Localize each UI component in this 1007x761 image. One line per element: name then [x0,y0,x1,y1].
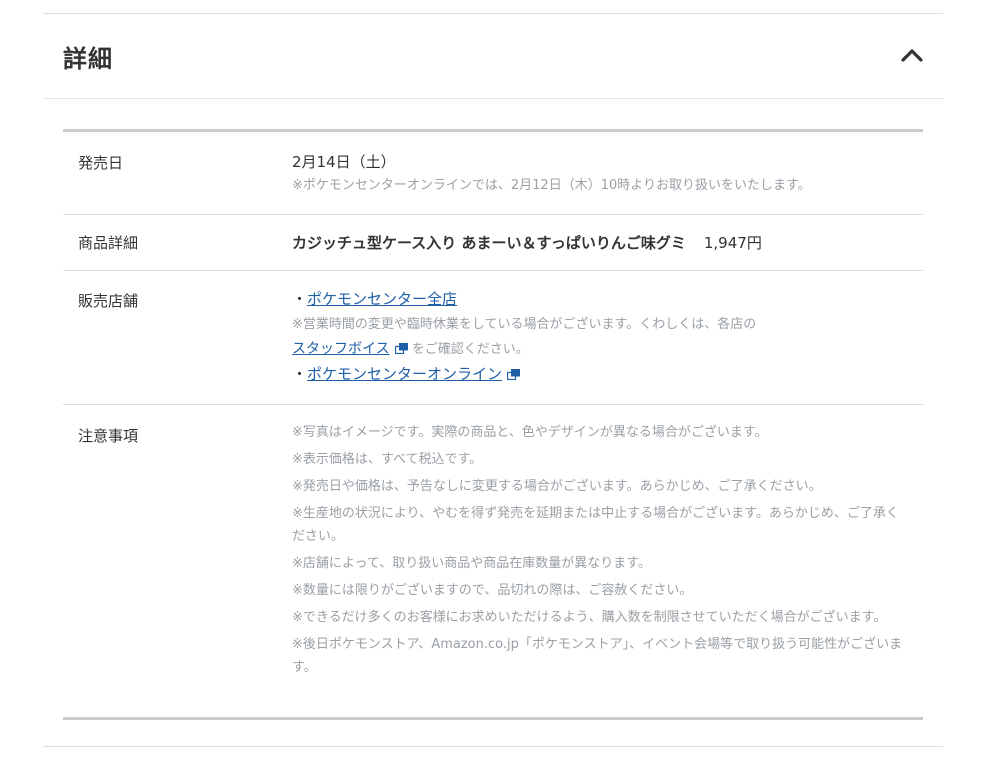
table-row: 発売日 2月14日（土） ※ポケモンセンターオンラインでは、2月12日（木）10… [63,132,923,215]
notice-item: ※できるだけ多くのお客様にお求めいただけるよう、購入数を制限させていただく場合が… [292,610,887,625]
store-label: 販売店舗 [78,292,139,310]
product-label: 商品詳細 [78,234,139,252]
link-pokemon-center-online[interactable]: ポケモンセンターオンライン [307,365,502,383]
section-title: 詳細 [63,44,113,73]
section-divider [43,746,943,747]
link-staff-voice[interactable]: スタッフボイス [292,341,390,357]
details-accordion: 詳細 発売日 2月14日（土） ※ポケモンセンターオンラインでは、2月12日（木… [43,13,943,720]
notice-item: ※表示価格は、すべて税込です。 [292,452,483,467]
table-row: 注意事項 ※写真はイメージです。実際の商品と、色やデザインが異なる場合がございま… [63,405,923,717]
release-note: ※ポケモンセンターオンラインでは、2月12日（木）10時よりお取り扱いをいたしま… [292,178,811,193]
product-price: 1,947円 [703,234,762,252]
store-note: ※営業時間の変更や臨時休業をしている場合がございます。くわしくは、各店の [292,317,757,332]
external-link-icon [394,343,408,354]
accordion-header[interactable]: 詳細 [43,14,943,99]
bullet: ・ [292,365,308,383]
link-all-stores[interactable]: ポケモンセンター全店 [307,290,457,308]
table-row: 販売店舗 ・ポケモンセンター全店 ※営業時間の変更や臨時休業をしている場合がござ… [63,271,923,405]
collapse-button[interactable] [899,44,925,66]
release-date: 2月14日（土） [292,153,396,171]
notice-item: ※写真はイメージです。実際の商品と、色やデザインが異なる場合がございます。 [292,425,768,440]
chevron-up-icon [901,49,923,62]
bullet: ・ [292,290,308,308]
notice-item: ※数量には限りがございますので、品切れの際は、ご容赦ください。 [292,583,693,598]
notice-item: ※店舗によって、取り扱い商品や商品在庫数量が異なります。 [292,556,651,571]
product-name: カジッチュ型ケース入り あまーい＆すっぱいりんご味グミ [292,234,686,252]
store-note-confirm: をご確認ください。 [411,342,529,357]
release-label: 発売日 [78,154,124,172]
notice-item: ※後日ポケモンストア、Amazon.co.jp「ポケモンストア」、イベント会場等… [292,637,903,675]
notice-item: ※発売日や価格は、予告なしに変更する場合がございます。あらかじめ、ご了承ください… [292,479,822,494]
table-row: 商品詳細 カジッチュ型ケース入り あまーい＆すっぱいりんご味グミ 1,947円 [63,215,923,271]
notice-item: ※生産地の状況により、やむを得ず発売を延期または中止する場合がございます。あらか… [292,506,899,544]
external-link-icon [507,369,521,380]
details-table: 発売日 2月14日（土） ※ポケモンセンターオンラインでは、2月12日（木）10… [63,129,923,720]
notice-label: 注意事項 [78,427,139,445]
